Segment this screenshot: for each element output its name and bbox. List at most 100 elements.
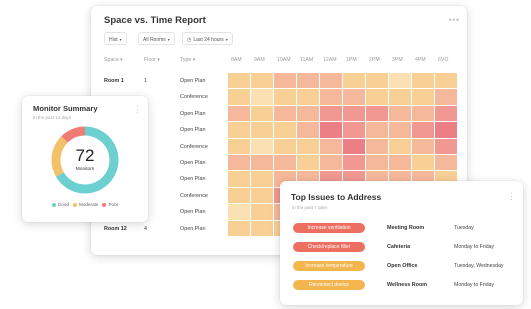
heatmap-cell[interactable]: [366, 138, 388, 154]
heatmap-cell[interactable]: [274, 89, 296, 105]
heatmap-cell[interactable]: [228, 171, 250, 187]
heatmap-cell[interactable]: [251, 89, 273, 105]
heatmap-cell[interactable]: [297, 89, 319, 105]
heatmap-cell[interactable]: [366, 105, 388, 122]
heatmap-cell[interactable]: [366, 122, 388, 138]
heatmap-cell[interactable]: [366, 155, 388, 171]
heatmap-cell[interactable]: [320, 155, 342, 171]
heatmap-cell[interactable]: [228, 155, 250, 171]
issue-row[interactable]: Increase temperature Open Office Tuesday, …: [280, 261, 523, 273]
heatmap-cell[interactable]: [389, 73, 411, 89]
heatmap-cell[interactable]: [435, 89, 457, 105]
heatmap-cell[interactable]: [274, 105, 296, 122]
chevron-down-icon: ▾: [225, 37, 228, 42]
time-header-3pm: 3PM: [392, 57, 403, 63]
heatmap-cell[interactable]: [274, 73, 296, 89]
heatmap-cell[interactable]: [389, 155, 411, 171]
heatmap-cell[interactable]: [297, 155, 319, 171]
heatmap-cell[interactable]: [228, 187, 250, 204]
column-header-floor[interactable]: Floor ▾: [144, 57, 160, 63]
heatmap-cell[interactable]: [251, 138, 273, 154]
heatmap-cell[interactable]: [251, 171, 273, 187]
heatmap-cell[interactable]: [228, 138, 250, 154]
issue-row[interactable]: Check/replace filter Cafeteria Monday to F…: [280, 242, 523, 254]
column-header-type[interactable]: Type ▾: [180, 57, 195, 63]
heatmap-cell[interactable]: [274, 138, 296, 154]
heatmap-cell[interactable]: [412, 89, 434, 105]
issue-row[interactable]: Increase ventilation Meeting Room Tuesday: [280, 223, 523, 235]
heatmap-cell[interactable]: [274, 155, 296, 171]
heatmap-cell[interactable]: [412, 138, 434, 154]
heatmap-cell[interactable]: [389, 138, 411, 154]
heatmap-cell[interactable]: [412, 105, 434, 122]
heatmap-cell[interactable]: [228, 220, 250, 236]
column-space-label: Space: [104, 57, 119, 63]
issue-row[interactable]: Reconnect device Wellness Room Monday to F…: [280, 280, 523, 292]
heatmap-cell[interactable]: [435, 138, 457, 154]
issue-action-badge[interactable]: Check/replace filter: [293, 242, 365, 252]
clock-icon: ◷: [187, 37, 192, 43]
heatmap-cell[interactable]: [320, 89, 342, 105]
heatmap-cell[interactable]: [228, 204, 250, 220]
heatmap-cell[interactable]: [435, 105, 457, 122]
heatmap-cell[interactable]: [251, 204, 273, 220]
legend-dot: [51, 202, 56, 207]
heatmap-cell[interactable]: [343, 89, 365, 105]
heatmap-cell[interactable]: [274, 122, 296, 138]
heatmap-cell[interactable]: [320, 73, 342, 89]
heatmap-cell[interactable]: [343, 155, 365, 171]
heatmap-cell[interactable]: [251, 220, 273, 236]
heatmap-cell[interactable]: [251, 122, 273, 138]
issue-days: Monday to Friday: [454, 244, 495, 250]
issues-more-icon[interactable]: ⋮: [507, 191, 516, 202]
heatmap-cell[interactable]: [343, 122, 365, 138]
issue-action-badge[interactable]: Increase ventilation: [293, 223, 365, 233]
heatmap-cell[interactable]: [389, 122, 411, 138]
heatmap-cell[interactable]: [343, 105, 365, 122]
filter-rooms[interactable]: All Rooms ▾: [138, 32, 175, 45]
filter-time-range[interactable]: ◷ Last 24 hours ▾: [182, 32, 233, 45]
heatmap-cell[interactable]: [320, 138, 342, 154]
heatmap-cell[interactable]: [251, 187, 273, 204]
heatmap-cell[interactable]: [251, 73, 273, 89]
heatmap-cell[interactable]: [297, 73, 319, 89]
heatmap-cell[interactable]: [366, 89, 388, 105]
heatmap-cell[interactable]: [435, 122, 457, 138]
heatmap-cell[interactable]: [343, 138, 365, 154]
heatmap-cell[interactable]: [228, 73, 250, 89]
filter-time-range-label: Last 24 hours: [193, 37, 224, 43]
issue-location: Open Office: [387, 263, 418, 269]
heatmap-cell[interactable]: [412, 155, 434, 171]
issue-action-badge[interactable]: Reconnect device: [293, 280, 365, 290]
time-header-10am: 10AM: [277, 57, 291, 63]
heatmap-cell[interactable]: [251, 105, 273, 122]
heatmap-cell[interactable]: [412, 73, 434, 89]
filter-hist[interactable]: Hist ▾: [104, 32, 127, 45]
heatmap-cell[interactable]: [228, 105, 250, 122]
heatmap-cell[interactable]: [366, 73, 388, 89]
issue-days: Tuesday, Wednesday: [454, 263, 504, 269]
monitor-more-icon[interactable]: ⋮: [133, 104, 142, 115]
row-type: Open Plan: [180, 110, 206, 117]
heatmap-cell[interactable]: [228, 122, 250, 138]
heatmap-cell[interactable]: [320, 105, 342, 122]
monitor-legend: Good Moderate Poor: [22, 202, 148, 207]
heatmap-cell[interactable]: [412, 122, 434, 138]
heatmap-cell[interactable]: [435, 155, 457, 171]
heatmap-cell[interactable]: [297, 122, 319, 138]
issue-action-badge[interactable]: Increase temperature: [293, 261, 365, 271]
donut-segment-poor[interactable]: [61, 126, 86, 143]
column-header-space[interactable]: Space ▾: [104, 57, 123, 63]
heatmap-cell[interactable]: [320, 122, 342, 138]
heatmap-cell[interactable]: [297, 138, 319, 154]
heatmap-cell[interactable]: [251, 155, 273, 171]
monitor-summary-subtitle: In the past 14 days: [33, 115, 72, 120]
report-more-icon[interactable]: • • •: [449, 15, 460, 25]
heatmap-cell[interactable]: [435, 73, 457, 89]
heatmap-cell[interactable]: [343, 73, 365, 89]
heatmap-cell[interactable]: [297, 105, 319, 122]
report-title: Space vs. Time Report: [104, 15, 206, 26]
heatmap-cell[interactable]: [228, 89, 250, 105]
heatmap-cell[interactable]: [389, 89, 411, 105]
heatmap-cell[interactable]: [389, 105, 411, 122]
